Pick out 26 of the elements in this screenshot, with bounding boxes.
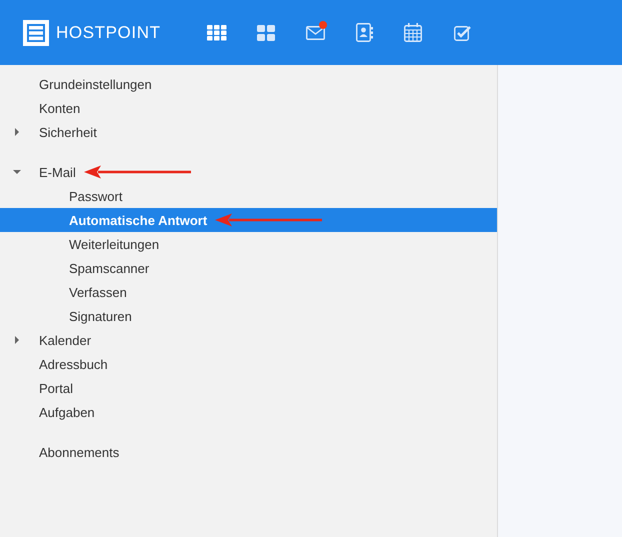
apps-grid-icon[interactable]	[207, 24, 228, 40]
tree-item[interactable]: Abonnements	[0, 440, 497, 464]
tree-item[interactable]: Konten	[0, 96, 497, 120]
calendar-icon[interactable]	[404, 23, 422, 42]
checkbox-tick-icon[interactable]	[454, 24, 471, 40]
tree-item[interactable]: Weiterleitungen	[0, 232, 497, 256]
tree-item[interactable]: Verfassen	[0, 280, 497, 304]
tree-item[interactable]: Signaturen	[0, 304, 497, 328]
mail-icon[interactable]	[306, 26, 325, 40]
tree-item[interactable]: Aufgaben	[0, 400, 497, 424]
caret-right-icon[interactable]	[13, 128, 21, 136]
tree-item[interactable]: Kalender	[0, 328, 497, 352]
brand-name: HOSTPOINT	[56, 22, 161, 42]
tree-item[interactable]: Adressbuch	[0, 352, 497, 376]
caret-right-icon[interactable]	[13, 336, 21, 344]
tree-item[interactable]: Spamscanner	[0, 256, 497, 280]
tree-item[interactable]: Grundeinstellungen	[0, 72, 497, 96]
tree-item[interactable]: Passwort	[0, 184, 497, 208]
logo-icon	[23, 20, 49, 46]
tree-item[interactable]: Sicherheit	[0, 120, 497, 144]
caret-down-icon[interactable]	[13, 168, 21, 176]
tree-item[interactable]: E-Mail	[0, 160, 497, 184]
tree-item[interactable]: Automatische Antwort	[0, 208, 497, 232]
tiles-icon[interactable]	[257, 24, 276, 40]
contact-book-icon[interactable]	[356, 23, 373, 42]
tree-item[interactable]: Portal	[0, 376, 497, 400]
